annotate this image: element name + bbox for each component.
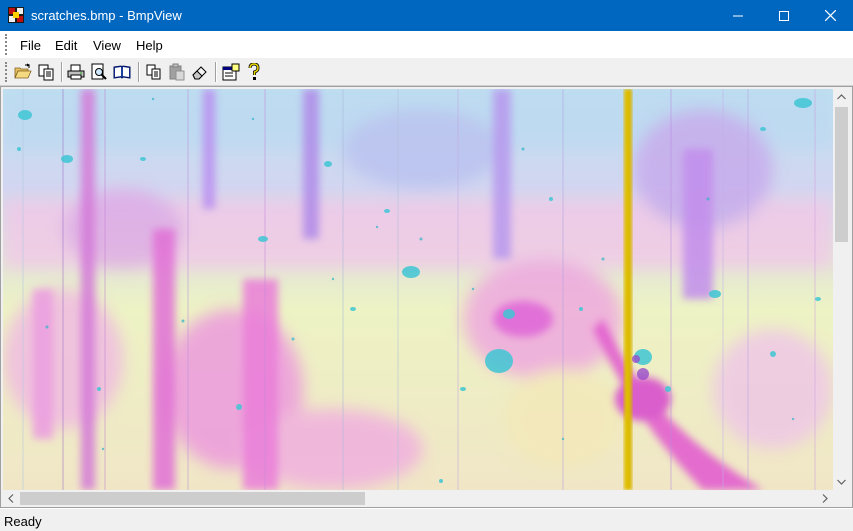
printer-icon <box>67 64 85 80</box>
close-button[interactable] <box>807 0 853 31</box>
title-bar[interactable]: scratches.bmp - BmpView <box>0 0 853 31</box>
toolbar-separator <box>61 62 63 82</box>
vertical-scrollbar[interactable] <box>833 88 850 490</box>
copy-icon <box>146 64 161 80</box>
chevron-up-icon <box>837 93 846 99</box>
status-bar: Ready <box>0 508 853 531</box>
scroll-right-button[interactable] <box>816 490 833 507</box>
print-preview-icon <box>91 63 107 80</box>
maximize-icon <box>779 10 789 21</box>
scroll-up-button[interactable] <box>833 88 850 105</box>
book-button[interactable] <box>113 63 131 81</box>
print-preview-button[interactable] <box>90 63 108 81</box>
window-title: scratches.bmp - BmpView <box>31 8 182 23</box>
minimize-button[interactable] <box>715 0 761 31</box>
minimize-icon <box>733 15 743 16</box>
horizontal-scrollbar[interactable] <box>2 490 833 507</box>
menu-help[interactable]: Help <box>135 38 164 53</box>
bitmap-image[interactable] <box>3 89 833 490</box>
chevron-right-icon <box>822 494 828 503</box>
help-question-icon <box>248 63 260 80</box>
bmpview-app-icon[interactable] <box>8 7 24 23</box>
copy-pages-button[interactable] <box>37 63 55 81</box>
copy-pages-icon <box>38 64 54 81</box>
vertical-scroll-thumb[interactable] <box>835 107 848 242</box>
maximize-button[interactable] <box>761 0 807 31</box>
scrollbar-corner <box>833 490 850 507</box>
help-button[interactable] <box>245 63 263 81</box>
close-icon <box>824 10 836 21</box>
chevron-down-icon <box>837 479 846 485</box>
book-icon <box>113 65 131 79</box>
horizontal-scroll-thumb[interactable] <box>20 492 365 505</box>
toolbar-separator <box>215 62 217 82</box>
scroll-down-button[interactable] <box>833 473 850 490</box>
toolbar-grip[interactable] <box>5 62 7 82</box>
menu-file[interactable]: File <box>19 38 42 53</box>
status-text: Ready <box>4 514 42 529</box>
eraser-icon <box>192 66 207 80</box>
open-folder-icon <box>14 63 32 79</box>
menu-view[interactable]: View <box>92 38 122 53</box>
properties-button[interactable] <box>222 63 240 81</box>
document-view[interactable] <box>0 86 853 508</box>
scroll-left-button[interactable] <box>2 490 19 507</box>
toolbar <box>0 58 853 86</box>
copy-button[interactable] <box>145 63 163 81</box>
menu-bar: File Edit View Help <box>0 31 853 58</box>
properties-icon <box>222 63 240 81</box>
erase-button[interactable] <box>191 63 209 81</box>
chevron-left-icon <box>7 494 13 503</box>
menubar-grip[interactable] <box>5 34 7 55</box>
menu-edit[interactable]: Edit <box>54 38 78 53</box>
paste-button[interactable] <box>168 63 186 81</box>
paste-icon <box>169 63 185 81</box>
open-button[interactable] <box>14 63 32 81</box>
print-button[interactable] <box>67 63 85 81</box>
toolbar-separator <box>138 62 140 82</box>
